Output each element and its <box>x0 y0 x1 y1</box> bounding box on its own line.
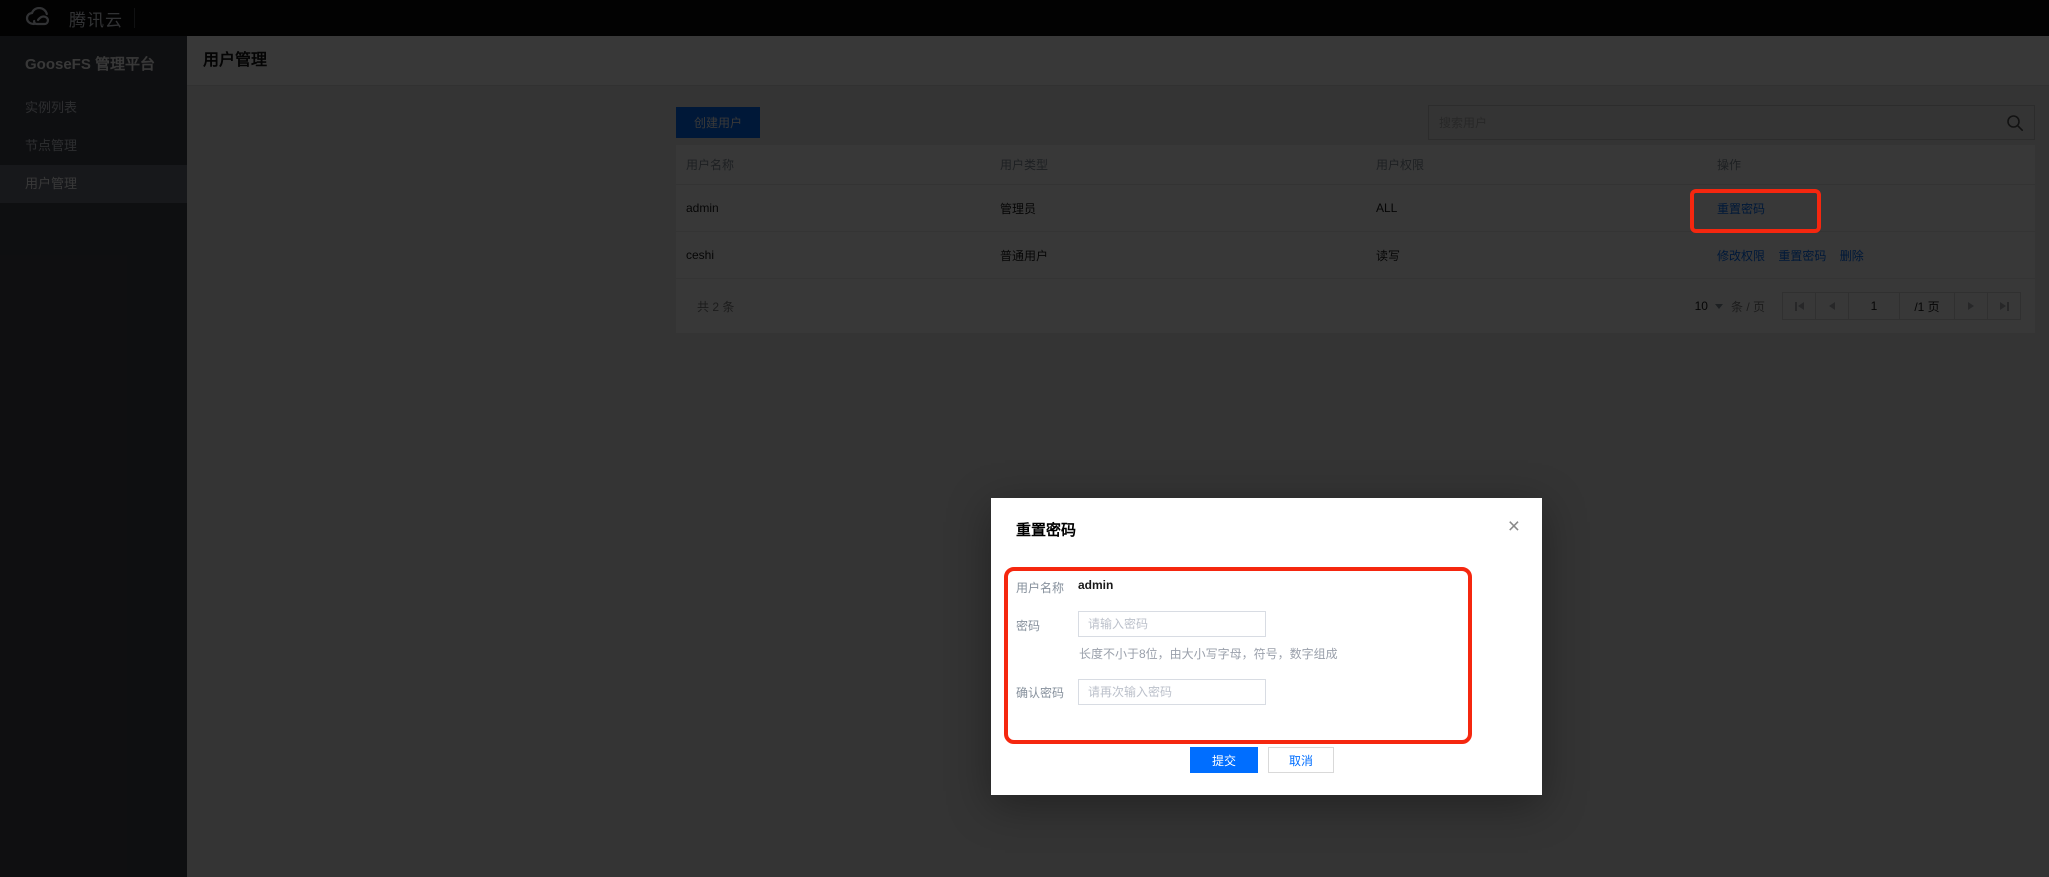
password-hint: 长度不小于8位，由大小写字母，符号，数字组成 <box>1079 647 1338 661</box>
username-label: 用户名称 <box>1016 581 1065 595</box>
reset-password-modal: 重置密码 × 用户名称 admin 密码 长度不小于8位，由大小写字母，符号，数… <box>991 498 1542 795</box>
confirm-password-field[interactable] <box>1078 679 1266 705</box>
cancel-button[interactable]: 取消 <box>1268 747 1334 773</box>
modal-title: 重置密码 <box>1016 522 1077 539</box>
submit-button[interactable]: 提交 <box>1190 747 1258 773</box>
username-value: admin <box>1078 578 1114 592</box>
password-field[interactable] <box>1078 611 1266 637</box>
close-icon[interactable]: × <box>1508 516 1520 537</box>
confirm-password-label: 确认密码 <box>1016 686 1065 700</box>
password-label: 密码 <box>1016 619 1041 633</box>
